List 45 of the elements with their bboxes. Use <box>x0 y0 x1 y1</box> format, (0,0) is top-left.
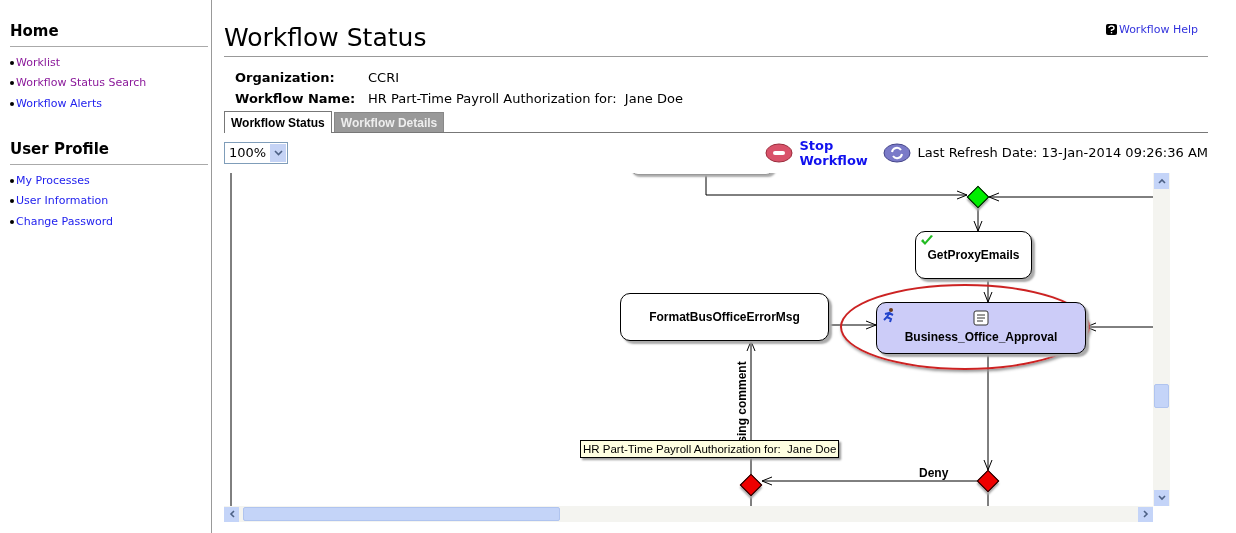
scroll-right-icon[interactable] <box>1138 506 1153 522</box>
node-label: FormatBusOfficeErrorMsg <box>649 309 800 326</box>
sidebar-link[interactable]: My Processes <box>16 172 90 189</box>
form-icon <box>973 310 989 326</box>
sidebar-link[interactable]: Worklist <box>16 54 60 71</box>
sidebar-link[interactable]: Workflow Status Search <box>16 75 147 92</box>
bullet-icon <box>10 101 14 106</box>
check-icon <box>920 235 934 247</box>
info-value: HR Part-Time Payroll Authorization for: Jane Doe <box>368 90 683 108</box>
page-title: Workflow Status <box>224 25 427 50</box>
help-link[interactable]: Workflow Help <box>1105 21 1198 38</box>
stop-icon <box>765 143 794 163</box>
scroll-up-icon[interactable] <box>1154 173 1169 189</box>
info-value: CCRI <box>368 69 400 87</box>
workflow-node[interactable]: FormatBusOfficeErrorMsg <box>620 293 829 341</box>
horizontal-scrollbar[interactable] <box>224 506 1153 522</box>
scroll-left-icon[interactable] <box>224 506 239 522</box>
sidebar-link[interactable]: User Information <box>16 193 109 210</box>
scrollbar-thumb[interactable] <box>1154 384 1169 408</box>
sidebar-heading: Home <box>10 20 208 47</box>
tab[interactable]: Workflow Status <box>224 111 332 133</box>
bullet-icon <box>10 81 14 86</box>
sidebar-link[interactable]: Change Password <box>16 213 113 230</box>
edge-label: Deny <box>919 465 949 482</box>
node-label: GetProxyEmails <box>927 247 1020 264</box>
node-label: Business_Office_Approval <box>904 329 1058 346</box>
sidebar-link[interactable]: Workflow Alerts <box>16 95 102 112</box>
scrollbar-thumb[interactable] <box>243 507 560 521</box>
zoom-select[interactable]: 100% <box>224 142 289 164</box>
stop-workflow-link[interactable]: Stop Workflow <box>799 138 872 168</box>
help-icon <box>1105 24 1117 36</box>
bullet-icon <box>10 60 14 65</box>
info-label: Workflow Name: <box>235 90 357 108</box>
workflow-node[interactable]: GetProxyEmails <box>915 231 1032 279</box>
sidebar-heading: User Profile <box>10 138 208 165</box>
tooltip: HR Part-Time Payroll Authorization for: Jane Doe <box>580 440 840 458</box>
bullet-icon <box>10 219 14 224</box>
info-label: Organization: <box>235 69 336 87</box>
scroll-down-icon[interactable] <box>1154 490 1169 506</box>
bullet-icon <box>10 199 14 204</box>
refresh-icon <box>883 143 912 163</box>
bullet-icon <box>10 178 14 183</box>
vertical-scrollbar[interactable] <box>1153 173 1170 506</box>
workflow-node[interactable]: Business_Office_Approval <box>876 302 1086 354</box>
last-refresh-text: Last Refresh Date: 13-Jan-2014 09:26:36 AM <box>917 144 1208 163</box>
